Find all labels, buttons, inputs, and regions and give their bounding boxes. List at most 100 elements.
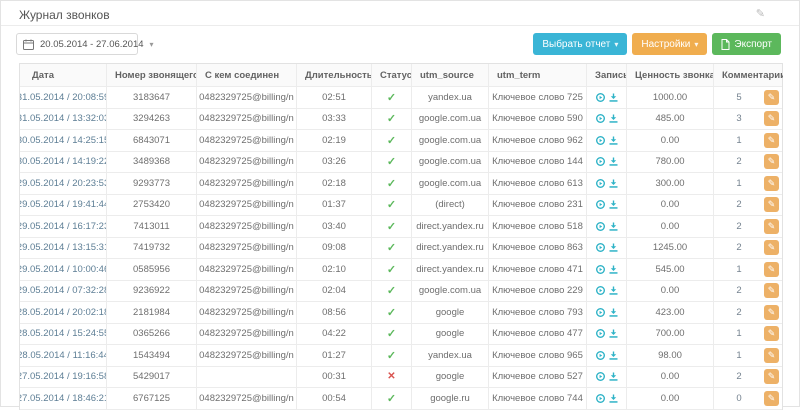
chevron-down-icon: ▾ — [614, 40, 618, 49]
cell-date[interactable]: 29.05.2014 / 10:00:46 — [20, 259, 107, 280]
pencil-icon: ✎ — [768, 92, 776, 103]
cell-date[interactable]: 27.05.2014 / 18:46:21 — [20, 388, 107, 409]
date-range-picker[interactable]: 20.05.2014 - 27.06.2014 ▾ — [16, 33, 138, 55]
play-circle-icon[interactable] — [596, 243, 605, 252]
cell-utm-source: google.com.ua — [412, 109, 489, 130]
edit-comment-button[interactable]: ✎ — [764, 219, 779, 234]
column-header: Запись — [587, 64, 627, 86]
download-icon[interactable] — [609, 222, 618, 231]
cell-caller-number: 2181984 — [107, 302, 197, 323]
cell-date[interactable]: 29.05.2014 / 07:32:28 — [20, 281, 107, 302]
cell-caller-number: 7413011 — [107, 216, 197, 237]
edit-comment-button[interactable]: ✎ — [764, 154, 779, 169]
edit-comment-button[interactable]: ✎ — [764, 305, 779, 320]
play-circle-icon[interactable] — [596, 222, 605, 231]
cell-date[interactable]: 28.05.2014 / 20:02:18 — [20, 302, 107, 323]
download-icon[interactable] — [609, 265, 618, 274]
edit-comment-button[interactable]: ✎ — [764, 240, 779, 255]
download-icon[interactable] — [609, 243, 618, 252]
settings-button[interactable]: Настройки ▾ — [632, 33, 707, 55]
play-circle-icon[interactable] — [596, 394, 605, 403]
cell-comments: 5✎ — [714, 87, 783, 108]
cell-date[interactable]: 28.05.2014 / 11:16:44 — [20, 345, 107, 366]
edit-comment-button[interactable]: ✎ — [764, 262, 779, 277]
cell-date[interactable]: 30.05.2014 / 14:19:22 — [20, 152, 107, 173]
cell-date[interactable]: 29.05.2014 / 16:17:23 — [20, 216, 107, 237]
cell-date[interactable]: 30.05.2014 / 14:25:15 — [20, 130, 107, 151]
table-row: 30.05.2014 / 14:25:1568430710482329725@b… — [20, 130, 782, 152]
play-circle-icon[interactable] — [596, 308, 605, 317]
call-log-table: ДатаНомер звонящегоС кем соединенДлитель… — [19, 63, 783, 410]
page-title: Журнал звонков — [19, 8, 110, 22]
cell-date[interactable]: 29.05.2014 / 19:41:44 — [20, 195, 107, 216]
cell-date[interactable]: 28.05.2014 / 15:24:55 — [20, 324, 107, 345]
edit-comment-button[interactable]: ✎ — [764, 111, 779, 126]
edit-comment-button[interactable]: ✎ — [764, 391, 779, 406]
download-icon[interactable] — [609, 308, 618, 317]
edit-comment-button[interactable]: ✎ — [764, 133, 779, 148]
pencil-icon[interactable]: ✎ — [756, 7, 765, 20]
cell-record — [587, 152, 627, 173]
download-icon[interactable] — [609, 136, 618, 145]
cell-utm-source: google.com.ua — [412, 130, 489, 151]
edit-comment-button[interactable]: ✎ — [764, 326, 779, 341]
cell-date[interactable]: 31.05.2014 / 20:08:59 — [20, 87, 107, 108]
column-header: С кем соединен — [197, 64, 297, 86]
download-icon[interactable] — [609, 329, 618, 338]
edit-comment-button[interactable]: ✎ — [764, 283, 779, 298]
cell-call-value: 1000.00 — [627, 87, 714, 108]
play-circle-icon[interactable] — [596, 179, 605, 188]
cell-connected-to — [197, 367, 297, 388]
check-icon: ✓ — [387, 349, 396, 362]
edit-comment-button[interactable]: ✎ — [764, 348, 779, 363]
play-circle-icon[interactable] — [596, 351, 605, 360]
edit-comment-button[interactable]: ✎ — [764, 369, 779, 384]
play-circle-icon[interactable] — [596, 136, 605, 145]
download-icon[interactable] — [609, 200, 618, 209]
comment-count: 1 — [714, 264, 764, 275]
play-circle-icon[interactable] — [596, 265, 605, 274]
download-icon[interactable] — [609, 114, 618, 123]
check-icon: ✓ — [387, 306, 396, 319]
cell-record — [587, 195, 627, 216]
column-header: utm_term — [489, 64, 587, 86]
download-icon[interactable] — [609, 372, 618, 381]
download-icon[interactable] — [609, 286, 618, 295]
edit-comment-button[interactable]: ✎ — [764, 176, 779, 191]
check-icon: ✓ — [387, 392, 396, 405]
cell-utm-term: Ключевое слово 863 — [489, 238, 587, 259]
cell-status: ✓ — [372, 259, 412, 280]
edit-comment-button[interactable]: ✎ — [764, 197, 779, 212]
play-circle-icon[interactable] — [596, 286, 605, 295]
play-circle-icon[interactable] — [596, 329, 605, 338]
cell-status: ✓ — [372, 130, 412, 151]
pencil-icon: ✎ — [768, 393, 776, 404]
export-button[interactable]: Экспорт — [712, 33, 781, 55]
edit-comment-button[interactable]: ✎ — [764, 90, 779, 105]
download-icon[interactable] — [609, 394, 618, 403]
cell-call-value: 0.00 — [627, 281, 714, 302]
play-circle-icon[interactable] — [596, 93, 605, 102]
play-circle-icon[interactable] — [596, 157, 605, 166]
cell-utm-term: Ключевое слово 744 — [489, 388, 587, 409]
play-circle-icon[interactable] — [596, 200, 605, 209]
download-icon[interactable] — [609, 179, 618, 188]
table-row: 29.05.2014 / 13:15:3174197320482329725@b… — [20, 238, 782, 260]
cell-date[interactable]: 31.05.2014 / 13:32:03 — [20, 109, 107, 130]
play-circle-icon[interactable] — [596, 372, 605, 381]
check-icon: ✓ — [387, 177, 396, 190]
cell-date[interactable]: 29.05.2014 / 20:23:53 — [20, 173, 107, 194]
play-circle-icon[interactable] — [596, 114, 605, 123]
download-icon[interactable] — [609, 93, 618, 102]
pencil-icon: ✎ — [768, 264, 776, 275]
select-report-button[interactable]: Выбрать отчет ▾ — [533, 33, 627, 55]
cell-duration: 01:37 — [297, 195, 372, 216]
chevron-down-icon: ▾ — [694, 40, 698, 49]
cell-status: ✓ — [372, 216, 412, 237]
download-icon[interactable] — [609, 157, 618, 166]
download-icon[interactable] — [609, 351, 618, 360]
cell-date[interactable]: 29.05.2014 / 13:15:31 — [20, 238, 107, 259]
check-icon: ✓ — [387, 220, 396, 233]
cell-date[interactable]: 27.05.2014 / 19:16:58 — [20, 367, 107, 388]
check-icon: ✓ — [387, 155, 396, 168]
